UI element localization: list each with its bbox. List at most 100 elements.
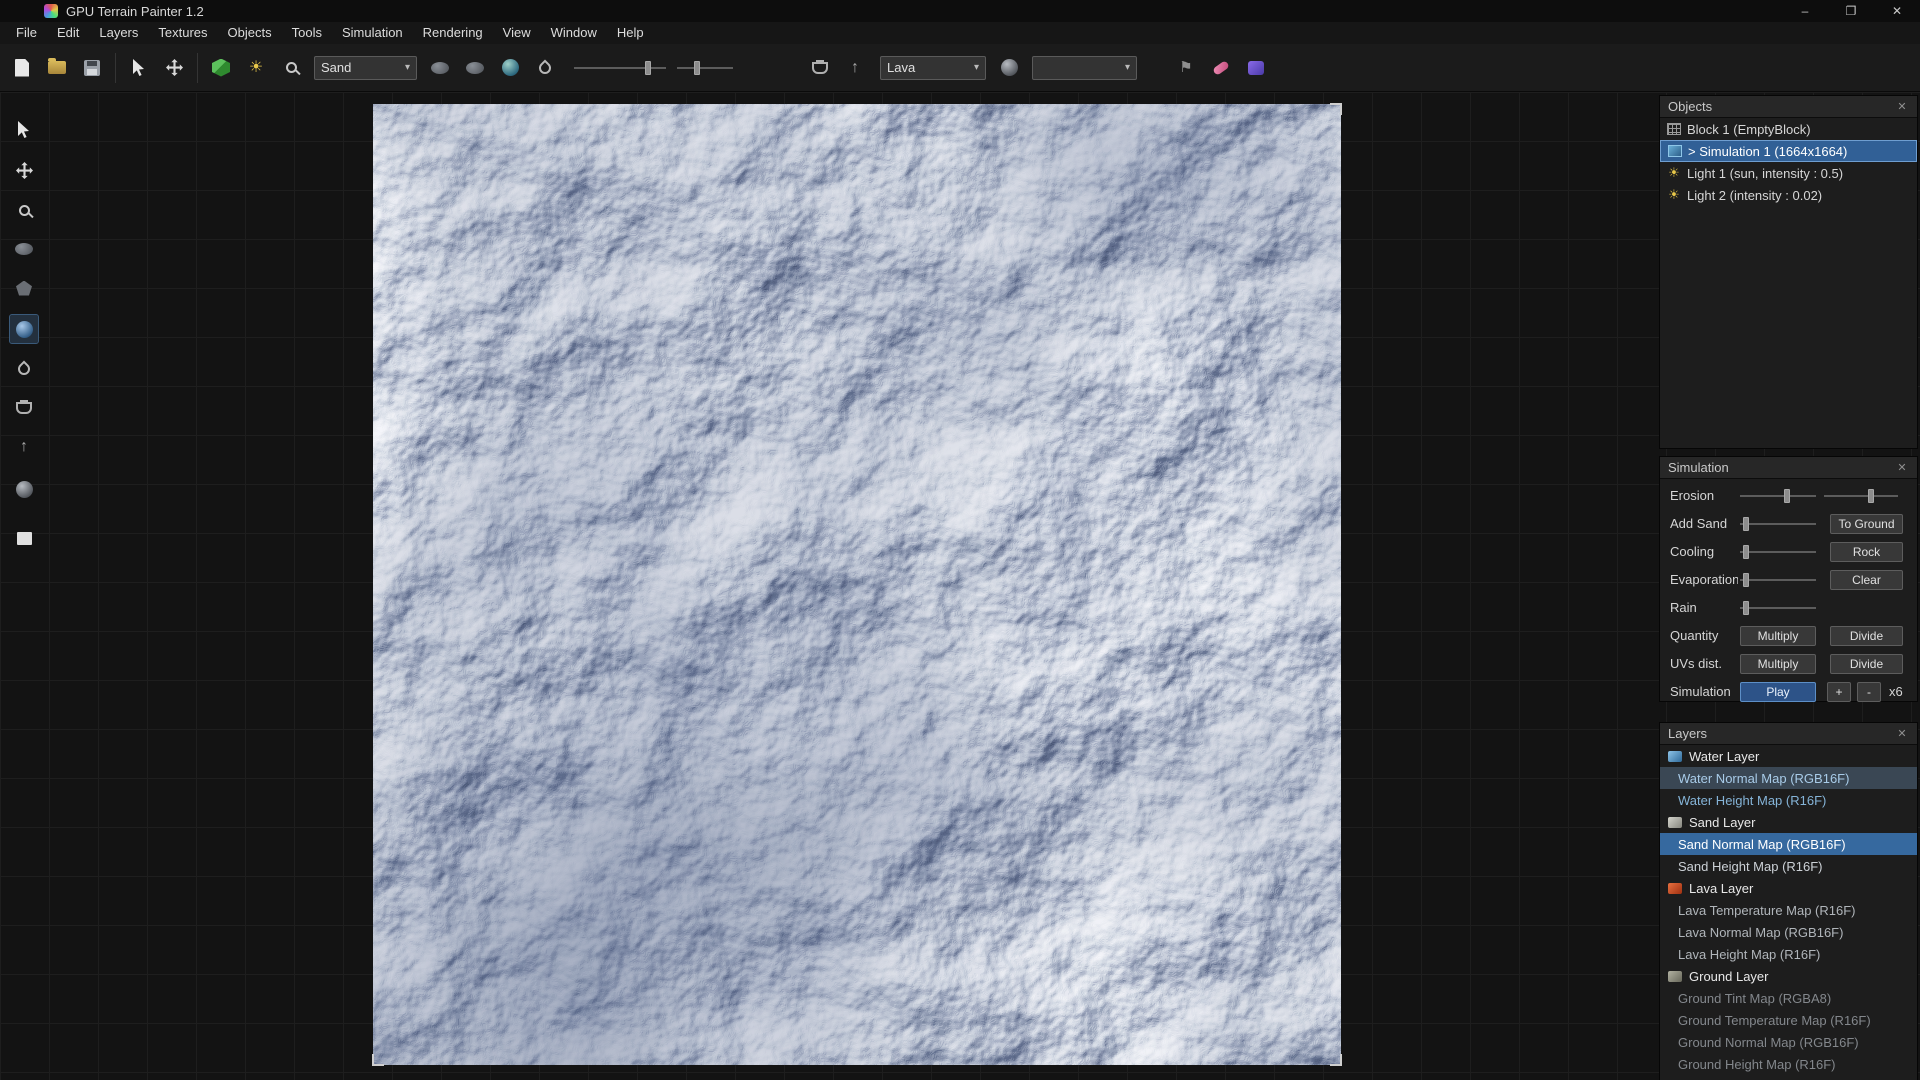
step-minus-button[interactable]: - <box>1857 682 1881 702</box>
material-editor-button[interactable] <box>1244 55 1268 81</box>
raise-tool[interactable]: ↑ <box>10 433 38 461</box>
slider-thumb[interactable] <box>1784 489 1790 503</box>
layer-item-lava[interactable]: Lava Layer <box>1660 877 1917 899</box>
sphere-brush-button[interactable] <box>498 55 522 81</box>
light-tool-button[interactable]: ☀ <box>244 55 268 81</box>
polygon-tool[interactable] <box>10 274 38 302</box>
layer-map-lava-height[interactable]: Lava Height Map (R16F) <box>1660 943 1917 965</box>
layer-map-ground-tint[interactable]: Ground Tint Map (RGBA8) <box>1660 987 1917 1009</box>
brush-shape-button-1[interactable] <box>428 55 452 81</box>
layer-map-water-height[interactable]: Water Height Map (R16F) <box>1660 789 1917 811</box>
close-button[interactable]: ✕ <box>1874 0 1920 22</box>
rock-button[interactable]: Rock <box>1830 542 1903 562</box>
rain-slider[interactable] <box>1740 600 1816 616</box>
open-file-button[interactable] <box>45 55 69 81</box>
layer-map-ground-height[interactable]: Ground Height Map (R16F) <box>1660 1053 1917 1075</box>
canvas-corner-handle[interactable] <box>1330 1054 1342 1066</box>
minimize-button[interactable]: – <box>1782 0 1828 22</box>
canvas-corner-handle[interactable] <box>1330 103 1342 115</box>
add-sand-slider[interactable] <box>1740 516 1816 532</box>
block-tool-button[interactable] <box>209 55 233 81</box>
uvs-multiply-button[interactable]: Multiply <box>1740 654 1816 674</box>
close-icon[interactable]: ✕ <box>1895 461 1909 474</box>
menu-objects[interactable]: Objects <box>218 22 282 44</box>
new-file-button[interactable] <box>10 55 34 81</box>
menu-view[interactable]: View <box>493 22 541 44</box>
object-item-block[interactable]: Block 1 (EmptyBlock) <box>1660 118 1917 140</box>
canvas-corner-handle[interactable] <box>372 1054 384 1066</box>
droplet-brush-button[interactable] <box>533 55 557 81</box>
sphere-tool[interactable] <box>10 315 38 343</box>
layer-item-sand[interactable]: Sand Layer <box>1660 811 1917 833</box>
object-item-light2[interactable]: ☀ Light 2 (intensity : 0.02) <box>1660 184 1917 206</box>
terrain-viewport[interactable] <box>373 104 1341 1065</box>
evaporation-slider[interactable] <box>1740 572 1816 588</box>
step-plus-button[interactable]: + <box>1827 682 1851 702</box>
layers-tool[interactable] <box>10 524 38 552</box>
menu-edit[interactable]: Edit <box>47 22 89 44</box>
object-item-light1[interactable]: ☀ Light 1 (sun, intensity : 0.5) <box>1660 162 1917 184</box>
ellipse-tool[interactable] <box>10 235 38 263</box>
quantity-divide-button[interactable]: Divide <box>1830 626 1903 646</box>
menu-tools[interactable]: Tools <box>282 22 332 44</box>
menu-help[interactable]: Help <box>607 22 654 44</box>
pointer-tool[interactable] <box>10 115 38 143</box>
pointer-tool-button[interactable] <box>127 55 151 81</box>
object-item-simulation[interactable]: > Simulation 1 (1664x1664) <box>1660 140 1917 162</box>
picker-tool[interactable] <box>10 196 38 224</box>
layer-map-lava-normal[interactable]: Lava Normal Map (RGB16F) <box>1660 921 1917 943</box>
to-ground-button[interactable]: To Ground <box>1830 514 1903 534</box>
workspace: ↑ <box>0 92 1920 1080</box>
extra-select[interactable]: ▾ <box>1032 56 1137 80</box>
pour-tool-button[interactable] <box>808 55 832 81</box>
picker-tool-button[interactable] <box>279 55 303 81</box>
layer-map-lava-temperature[interactable]: Lava Temperature Map (R16F) <box>1660 899 1917 921</box>
clear-button[interactable]: Clear <box>1830 570 1903 590</box>
maximize-button[interactable]: ❐ <box>1828 0 1874 22</box>
move-tool[interactable] <box>10 156 38 184</box>
layer-map-water-normal[interactable]: Water Normal Map (RGB16F) <box>1660 767 1917 789</box>
droplet-tool[interactable] <box>10 355 38 383</box>
slider-thumb[interactable] <box>1743 545 1749 559</box>
globe-tool-button[interactable] <box>997 55 1021 81</box>
pour-tool[interactable] <box>10 394 38 422</box>
layer-item-water[interactable]: Water Layer <box>1660 745 1917 767</box>
slider-thumb[interactable] <box>1743 517 1749 531</box>
uvs-divide-button[interactable]: Divide <box>1830 654 1903 674</box>
flag-tool-button[interactable]: ⚑ <box>1174 55 1198 81</box>
flow-material-select[interactable]: Lava ▾ <box>880 56 986 80</box>
layer-map-sand-normal[interactable]: Sand Normal Map (RGB16F) <box>1660 833 1917 855</box>
quantity-multiply-button[interactable]: Multiply <box>1740 626 1816 646</box>
brush-material-select[interactable]: Sand ▾ <box>314 56 417 80</box>
layer-map-sand-height[interactable]: Sand Height Map (R16F) <box>1660 855 1917 877</box>
brush-strength-slider[interactable] <box>677 60 733 76</box>
brush-shape-button-2[interactable] <box>463 55 487 81</box>
slider-thumb[interactable] <box>645 61 651 75</box>
close-icon[interactable]: ✕ <box>1895 727 1909 740</box>
slider-thumb[interactable] <box>1743 573 1749 587</box>
cooling-slider[interactable] <box>1740 544 1816 560</box>
slider-thumb[interactable] <box>1743 601 1749 615</box>
raise-tool-button[interactable]: ↑ <box>843 55 867 81</box>
slider-thumb[interactable] <box>1868 489 1874 503</box>
save-button[interactable] <box>80 55 104 81</box>
uvs-dist-label: UVs dist. <box>1670 653 1738 675</box>
layer-map-ground-normal[interactable]: Ground Normal Map (RGB16F) <box>1660 1031 1917 1053</box>
brush-size-slider[interactable] <box>574 60 666 76</box>
layer-map-ground-temperature[interactable]: Ground Temperature Map (R16F) <box>1660 1009 1917 1031</box>
menu-simulation[interactable]: Simulation <box>332 22 413 44</box>
paint-tool-button[interactable] <box>1209 55 1233 81</box>
layer-item-ground[interactable]: Ground Layer <box>1660 965 1917 987</box>
erosion-slider-1[interactable] <box>1740 488 1816 504</box>
menu-textures[interactable]: Textures <box>148 22 217 44</box>
globe-tool[interactable] <box>10 475 38 503</box>
menu-rendering[interactable]: Rendering <box>413 22 493 44</box>
menu-window[interactable]: Window <box>541 22 607 44</box>
menu-file[interactable]: File <box>6 22 47 44</box>
move-tool-button[interactable] <box>162 55 186 81</box>
menu-layers[interactable]: Layers <box>89 22 148 44</box>
close-icon[interactable]: ✕ <box>1895 100 1909 113</box>
erosion-slider-2[interactable] <box>1824 488 1898 504</box>
slider-thumb[interactable] <box>694 61 700 75</box>
play-button[interactable]: Play <box>1740 682 1816 702</box>
